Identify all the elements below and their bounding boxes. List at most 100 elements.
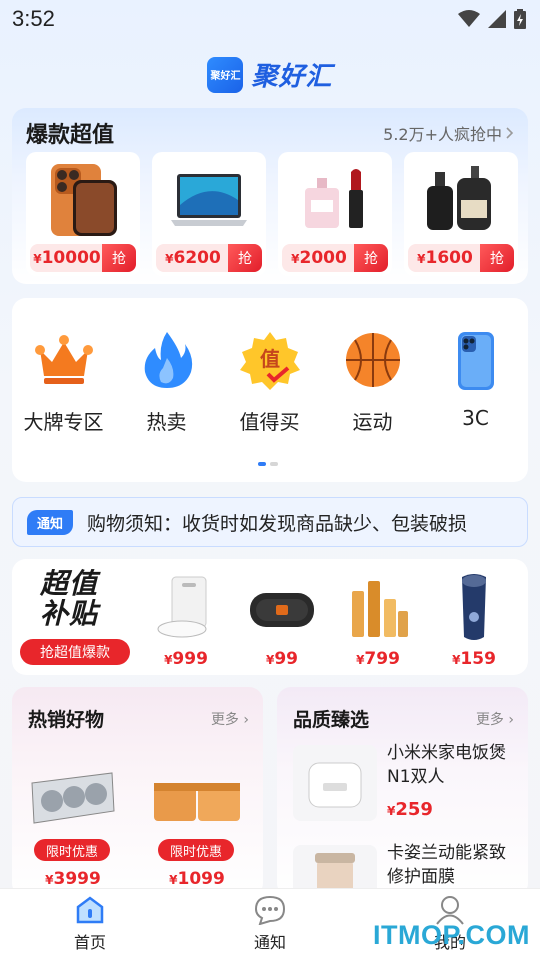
quality-item-name: 卡姿兰动能紧致修护面膜 <box>387 843 506 887</box>
chevron-right-icon <box>506 127 514 139</box>
quality-title: 品质臻选 <box>293 709 370 731</box>
perfume-lipstick-image <box>305 169 363 228</box>
grab-button[interactable]: 抢 <box>480 244 514 272</box>
limited-offer-tag: 限时优惠 <box>158 839 234 861</box>
laptop-image <box>171 174 247 226</box>
value-badge-icon: 值 <box>239 332 300 390</box>
app-logo: 聚好汇 聚好汇 <box>0 56 540 93</box>
app-title: 聚好汇 <box>251 62 333 92</box>
subsidy-item-shaver[interactable]: ¥159 <box>426 567 522 671</box>
battery-icon <box>514 9 526 29</box>
subsidy-title-line2: 补贴 <box>40 597 99 630</box>
hot-item-haircare[interactable]: ¥1600 抢 <box>404 152 518 276</box>
currency-symbol: ¥ <box>45 873 54 887</box>
chevron-right-icon: › <box>508 711 514 728</box>
currency-symbol: ¥ <box>291 252 300 266</box>
price-value: 1600 <box>425 248 473 268</box>
hot-deals-more-label: 5.2万+人疯抢中 <box>383 125 502 144</box>
price-bar: ¥10000 抢 <box>30 244 136 272</box>
gift-box-image <box>154 783 240 821</box>
orange-phone-image <box>51 164 117 236</box>
notice-text: 购物须知：收货时如发现商品缺少、包装破损 <box>87 512 468 535</box>
rice-cooker-image <box>293 745 377 821</box>
shaver-image <box>462 574 486 640</box>
bestseller-item-gpu[interactable]: 限时优惠 ¥3999 <box>18 763 128 893</box>
message-icon <box>254 895 286 925</box>
hot-item-laptop[interactable]: ¥6200 抢 <box>152 152 266 276</box>
subsidy-item-robot-vacuum[interactable]: ¥999 <box>138 567 234 671</box>
currency-symbol: ¥ <box>165 252 174 266</box>
price-value: 259 <box>395 799 433 820</box>
hot-deals-title: 爆款超值 <box>26 123 115 148</box>
quality-card: 品质臻选 更多 › 小米米家电饭煲N1双人 ¥259 卡姿兰动能紧致修护面膜 <box>277 687 528 921</box>
grab-button[interactable]: 抢 <box>102 244 136 272</box>
logo-badge: 聚好汇 <box>207 56 244 93</box>
grab-button[interactable]: 抢 <box>354 244 388 272</box>
robot-vacuum-image <box>157 576 207 638</box>
currency-symbol: ¥ <box>33 252 42 266</box>
notice-tag: 通知 <box>27 509 74 535</box>
page-dot-active <box>258 462 266 466</box>
currency-symbol: ¥ <box>169 873 178 887</box>
price-value: 99 <box>274 649 299 669</box>
status-icons <box>458 9 526 29</box>
category-label: 运动 <box>352 410 393 434</box>
bestsellers-title: 热销好物 <box>28 709 105 731</box>
chevron-right-icon: › <box>243 711 249 728</box>
page-dot <box>270 462 278 466</box>
bestseller-item-gift-box[interactable]: 限时优惠 ¥1099 <box>142 763 252 893</box>
bestsellers-card: 热销好物 更多 › 限时优惠 ¥3999 限时优惠 ¥1099 <box>12 687 263 897</box>
price-value: 10000 <box>41 248 101 268</box>
wifi-icon <box>458 10 480 27</box>
basketball-icon <box>345 333 400 387</box>
price-value: 159 <box>460 649 496 669</box>
subsidy-item-skincare[interactable]: ¥799 <box>330 567 426 671</box>
quality-item-name: 小米米家电饭煲N1双人 <box>387 743 506 787</box>
hot-deals-header: 爆款超值 5.2万+人疯抢中 <box>26 118 514 148</box>
hot-item-phone[interactable]: ¥10000 抢 <box>26 152 140 276</box>
tab-label: 通知 <box>253 933 286 952</box>
price-bar: ¥6200 抢 <box>156 244 262 272</box>
price-value: 999 <box>172 649 208 669</box>
subsidy-title: 超值 补贴 <box>40 569 98 629</box>
category-3c[interactable]: 3C <box>424 328 527 435</box>
bestsellers-more-link[interactable]: 更多 › <box>211 709 249 729</box>
limited-offer-tag: 限时优惠 <box>34 839 110 861</box>
hot-deals-card: 爆款超值 5.2万+人疯抢中 ¥10000 抢 ¥6200 抢 ¥2000 抢 … <box>12 108 528 284</box>
tab-home[interactable]: 首页 <box>0 889 180 960</box>
notice-bar[interactable]: 通知 购物须知：收货时如发现商品缺少、包装破损 <box>12 497 528 547</box>
quality-more-link[interactable]: 更多 › <box>476 709 514 729</box>
currency-symbol: ¥ <box>417 252 426 266</box>
flame-icon <box>144 332 192 388</box>
category-label: 值得买 <box>239 410 300 434</box>
quality-item-rice-cooker[interactable]: 小米米家电饭煲N1双人 ¥259 <box>289 741 519 831</box>
more-label: 更多 <box>475 711 504 728</box>
tab-notice[interactable]: 通知 <box>180 889 360 960</box>
crown-icon <box>34 335 93 384</box>
svg-text:值: 值 <box>260 347 280 371</box>
category-label: 大牌专区 <box>23 410 104 434</box>
tab-label: 首页 <box>73 933 106 952</box>
hot-item-perfume[interactable]: ¥2000 抢 <box>278 152 392 276</box>
category-sports[interactable]: 运动 <box>321 328 424 435</box>
price-bar: ¥1600 抢 <box>408 244 514 272</box>
skincare-set-image <box>352 581 408 637</box>
page-indicator <box>258 462 278 466</box>
haircare-bottles-image <box>427 166 491 230</box>
category-label: 热卖 <box>146 410 187 434</box>
category-card: 大牌专区 热卖 值 值得买 运动 3C <box>12 298 528 482</box>
speaker-image <box>250 593 314 627</box>
category-hot-sale[interactable]: 热卖 <box>115 328 218 435</box>
subsidy-item-speaker[interactable]: ¥99 <box>234 567 330 671</box>
more-label: 更多 <box>210 711 239 728</box>
subsidy-button[interactable]: 抢超值爆款 <box>20 639 130 665</box>
category-brand[interactable]: 大牌专区 <box>12 328 115 435</box>
category-worth-buying[interactable]: 值 值得买 <box>218 328 321 435</box>
category-label: 3C <box>462 406 489 430</box>
grab-button[interactable]: 抢 <box>228 244 262 272</box>
status-bar: 3:52 <box>0 0 540 38</box>
signal-icon <box>488 10 506 28</box>
hot-deals-more-link[interactable]: 5.2万+人疯抢中 <box>383 121 514 145</box>
price-value: 6200 <box>173 248 221 268</box>
home-icon <box>76 896 104 924</box>
